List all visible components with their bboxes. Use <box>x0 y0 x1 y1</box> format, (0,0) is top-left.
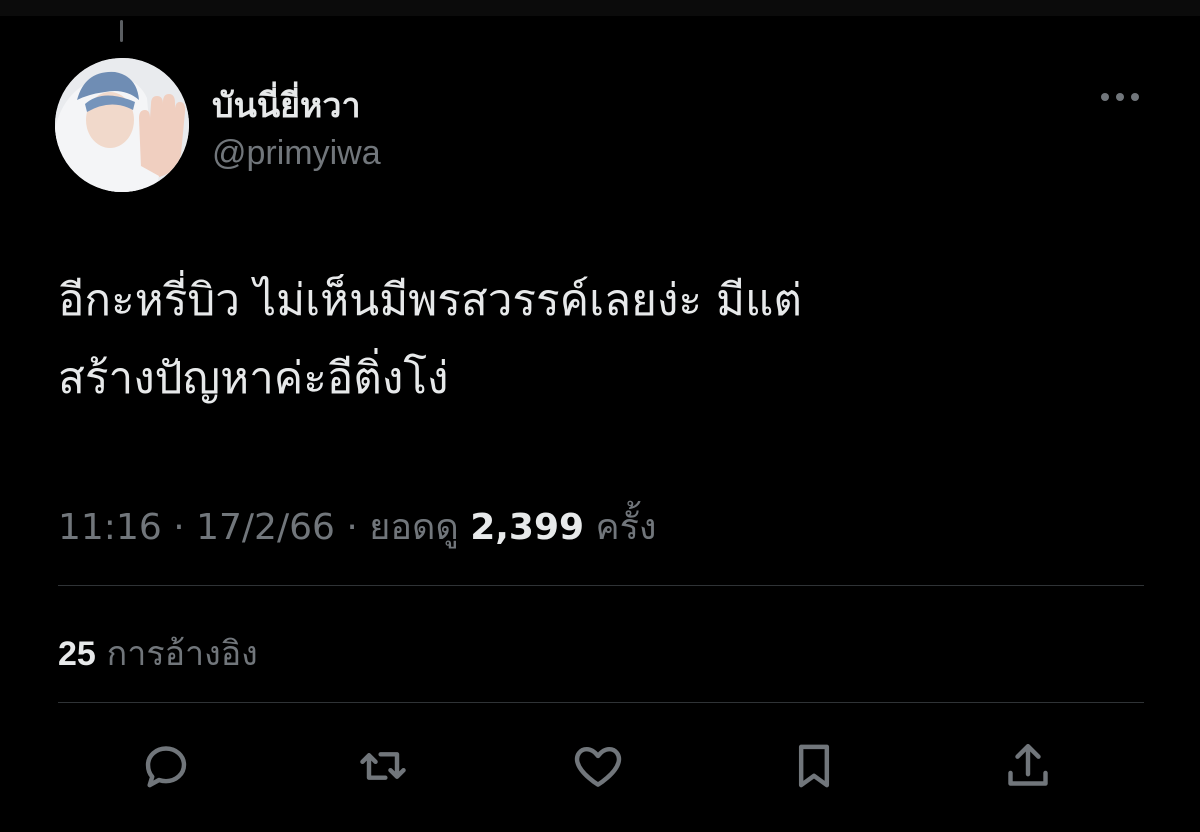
tweet-meta: 11:16 · 17/2/66 · ยอดดู 2,399 ครั้ง <box>58 498 657 555</box>
share-icon <box>1008 743 1048 786</box>
tweet-time[interactable]: 11:16 <box>58 507 162 548</box>
tweet-text: อีกะหรี่บิว ไม่เห็นมีพรสวรรค์เลยง่ะ มีแต… <box>58 262 1148 418</box>
reply-button[interactable] <box>138 738 194 794</box>
more-options-button[interactable] <box>1094 84 1146 110</box>
quote-tweets-link[interactable]: 25 การอ้างอิง <box>58 626 258 680</box>
meta-separator: · <box>346 507 358 548</box>
retweet-icon <box>360 752 406 780</box>
author-handle[interactable]: @primyiwa <box>212 134 381 173</box>
author-display-name[interactable]: บันนี่ยี่หวา <box>212 78 361 132</box>
views-label: ยอดดู <box>369 507 459 548</box>
avatar[interactable] <box>55 58 189 192</box>
meta-separator: · <box>173 507 185 548</box>
bookmark-button[interactable] <box>786 738 842 794</box>
bookmark-icon <box>798 744 830 788</box>
views-suffix: ครั้ง <box>595 507 657 548</box>
scroll-indicator <box>120 20 123 42</box>
quotes-count: 25 <box>58 635 96 673</box>
divider <box>58 702 1144 703</box>
quotes-label: การอ้างอิง <box>106 634 258 674</box>
share-button[interactable] <box>1000 738 1056 794</box>
tweet-date[interactable]: 17/2/66 <box>196 507 335 548</box>
reply-icon <box>145 746 187 788</box>
views-count: 2,399 <box>470 507 585 548</box>
tweet-text-line: อีกะหรี่บิว ไม่เห็นมีพรสวรรค์เลยง่ะ มีแต… <box>58 275 802 326</box>
avatar-image <box>55 58 189 192</box>
divider <box>58 585 1144 586</box>
tweet-text-line: สร้างปัญหาค่ะอีติ่งโง่ <box>58 353 449 404</box>
heart-icon <box>574 746 622 787</box>
retweet-button[interactable] <box>355 738 411 794</box>
action-bar <box>0 738 1200 794</box>
top-bar <box>0 0 1200 16</box>
more-horizontal-icon <box>1101 93 1139 101</box>
like-button[interactable] <box>570 738 626 794</box>
